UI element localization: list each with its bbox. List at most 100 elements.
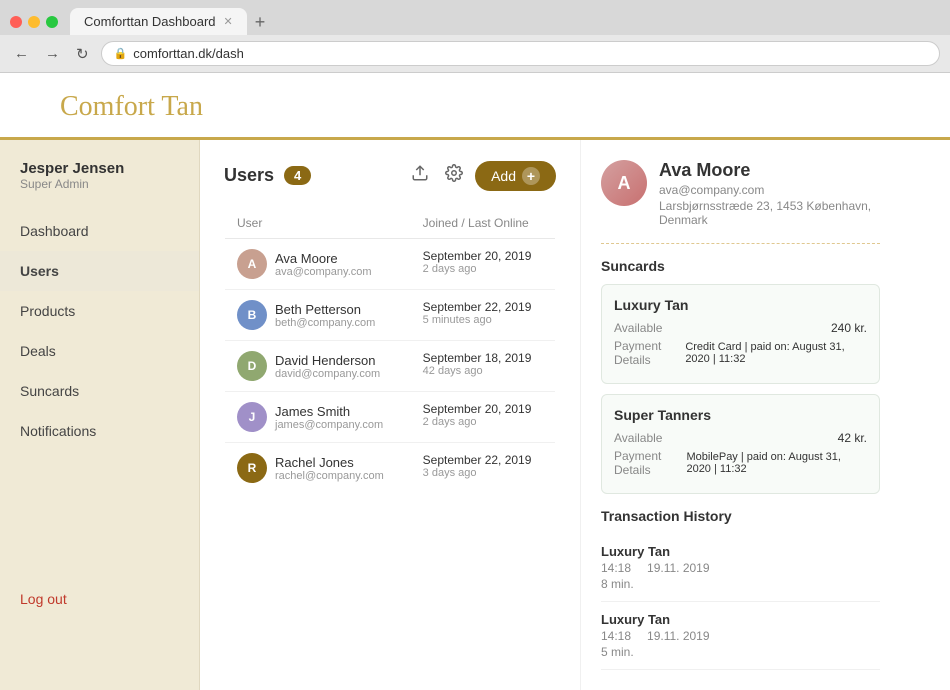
suncard-available-row: Available 240 kr. [614,321,867,335]
url-input[interactable]: 🔒 comforttan.dk/dash [101,41,940,66]
transaction-duration: 5 min. [601,645,880,659]
profile-name: Ava Moore [659,160,880,181]
user-row-info: B Beth Petterson beth@company.com [237,300,399,330]
settings-button[interactable] [441,160,467,191]
user-name: Rachel Jones [275,455,384,470]
user-name: Beth Petterson [275,302,375,317]
transaction-details: 14:18 19.11. 2019 [601,629,880,643]
suncard-payment-row: Payment Details Credit Card | paid on: A… [614,339,867,367]
users-title: Users [224,165,274,186]
sidebar-item-suncards[interactable]: Suncards [0,371,199,411]
transaction-name: Luxury Tan [601,544,880,559]
user-email: beth@company.com [275,317,375,329]
table-row[interactable]: R Rachel Jones rachel@company.com Septem… [225,443,556,494]
suncard: Super Tanners Available 42 kr. Payment D… [601,394,880,494]
user-row-info: D David Henderson david@company.com [237,351,399,381]
suncard-payment-value: Credit Card | paid on: August 31, 2020 |… [685,341,867,365]
close-dot[interactable] [10,16,22,28]
sidebar-item-notifications[interactable]: Notifications [0,411,199,451]
new-tab-button[interactable]: + [255,13,266,31]
address-bar: ← → ↻ 🔒 comforttan.dk/dash [0,35,950,72]
sidebar-item-products[interactable]: Products [0,291,199,331]
sidebar-item-deals[interactable]: Deals [0,331,199,371]
last-online: 3 days ago [423,467,543,479]
forward-button[interactable]: → [41,43,64,64]
suncard-available-label: Available [614,321,662,335]
table-row[interactable]: D David Henderson david@company.com Sept… [225,341,556,392]
back-button[interactable]: ← [10,43,33,64]
suncard-available-row: Available 42 kr. [614,431,867,445]
sidebar: Jesper Jensen Super Admin Dashboard User… [0,140,200,690]
app-container: Comfort Tan Jesper Jensen Super Admin Da… [0,73,950,690]
last-online: 5 minutes ago [423,314,543,326]
suncard-payment-row: Payment Details MobilePay | paid on: Aug… [614,449,867,477]
sidebar-item-dashboard[interactable]: Dashboard [0,211,199,251]
user-info: Beth Petterson beth@company.com [275,302,375,329]
app-header: Comfort Tan [0,73,950,140]
transaction-duration: 8 min. [601,577,880,591]
upload-button[interactable] [407,160,433,191]
sidebar-role: Super Admin [20,177,179,191]
suncard-name: Luxury Tan [614,297,867,313]
transaction-time: 14:18 [601,561,631,575]
user-avatar: R [237,453,267,483]
table-row[interactable]: A Ava Moore ava@company.com September 20… [225,239,556,290]
user-info: David Henderson david@company.com [275,353,380,380]
sidebar-nav: Dashboard Users Products Deals Suncards … [0,211,199,451]
user-info: James Smith james@company.com [275,404,383,431]
logout-link[interactable]: Log out [20,591,67,607]
transaction-details: 14:18 19.11. 2019 [601,561,880,575]
browser-chrome: Comforttan Dashboard ✕ + ← → ↻ 🔒 comfort… [0,0,950,73]
join-date: September 20, 2019 [423,249,543,263]
user-info: Ava Moore ava@company.com [275,251,372,278]
transaction-time: 14:18 [601,629,631,643]
suncards-container: Luxury Tan Available 240 kr. Payment Det… [601,284,880,494]
users-count-badge: 4 [284,166,311,185]
tab-close-icon[interactable]: ✕ [224,15,233,28]
table-row[interactable]: B Beth Petterson beth@company.com Septem… [225,290,556,341]
user-email: rachel@company.com [275,470,384,482]
join-date: September 22, 2019 [423,453,543,467]
col-joined: Joined / Last Online [411,208,556,239]
suncards-title: Suncards [601,258,880,274]
profile-address: Larsbjørnsstræde 23, 1453 København, Den… [659,199,880,227]
suncard: Luxury Tan Available 240 kr. Payment Det… [601,284,880,384]
traffic-lights [10,16,58,28]
profile-info: Ava Moore ava@company.com Larsbjørnsstræ… [659,160,880,227]
last-online: 42 days ago [423,365,543,377]
users-header: Users 4 Add + [224,160,556,191]
user-name: David Henderson [275,353,380,368]
user-email: james@company.com [275,419,383,431]
user-row-info: A Ava Moore ava@company.com [237,249,399,279]
last-online: 2 days ago [423,416,543,428]
right-panel: A Ava Moore ava@company.com Larsbjørnsst… [580,140,900,690]
join-date: September 20, 2019 [423,402,543,416]
user-avatar: J [237,402,267,432]
active-tab[interactable]: Comforttan Dashboard ✕ [70,8,247,35]
header-actions: Add + [407,160,556,191]
add-label: Add [491,168,516,184]
add-plus-icon: + [522,167,540,185]
transaction-date: 19.11. 2019 [647,629,710,643]
url-text: comforttan.dk/dash [133,46,244,61]
suncard-available-value: 42 kr. [838,431,867,445]
profile-header: A Ava Moore ava@company.com Larsbjørnsst… [601,160,880,244]
reload-button[interactable]: ↻ [72,43,93,65]
user-avatar: A [237,249,267,279]
fullscreen-dot[interactable] [46,16,58,28]
user-email: ava@company.com [275,266,372,278]
user-avatar: B [237,300,267,330]
app-body: Jesper Jensen Super Admin Dashboard User… [0,140,950,690]
table-row[interactable]: J James Smith james@company.com Septembe… [225,392,556,443]
avatar: A [601,160,647,206]
add-button[interactable]: Add + [475,161,556,191]
transaction: Luxury Tan 14:18 19.11. 2019 8 min. [601,534,880,602]
user-email: david@company.com [275,368,380,380]
main-content: Users 4 Add + [200,140,580,690]
suncard-available-value: 240 kr. [831,321,867,335]
suncard-payment-label: Payment Details [614,339,685,367]
tab-title: Comforttan Dashboard [84,14,216,29]
sidebar-item-users[interactable]: Users [0,251,199,291]
user-row-info: R Rachel Jones rachel@company.com [237,453,399,483]
minimize-dot[interactable] [28,16,40,28]
